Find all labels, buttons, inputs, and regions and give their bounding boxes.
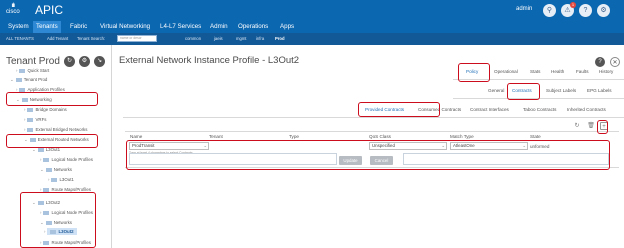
highlight-policy-tab xyxy=(458,63,490,82)
nav-system[interactable]: System xyxy=(8,23,29,30)
column-state[interactable]: State xyxy=(530,134,541,139)
tab-subject-labels[interactable]: Subject Labels xyxy=(546,88,576,93)
column-type[interactable]: Type xyxy=(289,134,299,139)
tenant-link-common[interactable]: common xyxy=(185,36,201,41)
tree-quick-start[interactable]: › Quick Start xyxy=(16,68,49,73)
tree-tenant-prod[interactable]: ⌄ Tenant Prod xyxy=(10,77,47,83)
add-tenant-link[interactable]: Add Tenant xyxy=(47,36,68,41)
user-menu[interactable]: admin xyxy=(516,6,532,12)
folder-icon xyxy=(27,117,34,122)
refresh-icon[interactable]: ↻ xyxy=(573,122,581,130)
nav-l4-l7-services[interactable]: L4-L7 Services xyxy=(160,23,201,30)
nav-virtual-networking[interactable]: Virtual Networking xyxy=(100,23,150,30)
highlight-external-routed-networks xyxy=(6,134,98,148)
sub-nav: ALL TENANTS Add Tenant Tenant Search: na… xyxy=(0,33,624,45)
highlight-contract-row xyxy=(126,140,610,170)
nav-operations[interactable]: Operations xyxy=(238,23,268,30)
all-tenants-link[interactable]: ALL TENANTS xyxy=(6,36,34,41)
action-gear-icon[interactable]: ⚙ xyxy=(79,56,90,67)
app-title: APIC xyxy=(35,3,64,17)
highlight-networking xyxy=(6,92,98,106)
nav-admin[interactable]: Admin xyxy=(210,23,228,30)
folder-icon xyxy=(43,187,50,192)
nav-fabric[interactable]: Fabric xyxy=(70,23,87,30)
tab-faults[interactable]: Faults xyxy=(576,69,589,74)
tab-operational[interactable]: Operational xyxy=(494,69,518,74)
tab-divider xyxy=(123,117,624,118)
tab-inherited-contracts[interactable]: Inherited Contracts xyxy=(567,107,606,112)
column-qos-class[interactable]: QoS Class xyxy=(369,134,391,139)
tenant-search-input[interactable]: name or descr xyxy=(117,35,157,42)
alerts-icon[interactable]: ⚠ 1 xyxy=(561,2,576,17)
cisco-logo: ıılıı cisco xyxy=(6,3,20,15)
tenant-link-infra[interactable]: infra xyxy=(256,36,264,41)
tree-external-bridged-networks[interactable]: › External Bridged Networks xyxy=(24,127,87,132)
tenant-icon xyxy=(15,77,22,82)
close-icon[interactable]: ✕ xyxy=(610,57,620,67)
folder-icon xyxy=(27,127,34,132)
highlight-l3out2 xyxy=(20,192,96,248)
main-nav: System Tenants Fabric Virtual Networking… xyxy=(0,21,624,33)
tab-taboo-contracts[interactable]: Taboo Contracts xyxy=(523,107,556,112)
highlight-add-button xyxy=(597,120,608,134)
tenant-link-prod[interactable]: Prod xyxy=(275,36,285,41)
tab-general[interactable]: General xyxy=(488,88,504,93)
cisco-logo-text: cisco xyxy=(6,9,20,15)
nav-apps[interactable]: Apps xyxy=(280,23,294,30)
page-title: External Network Instance Profile - L3Ou… xyxy=(119,55,300,66)
tab-history[interactable]: History xyxy=(599,69,613,74)
tenant-search-label: Tenant Search: xyxy=(77,36,106,41)
folder-icon xyxy=(19,87,26,92)
refresh-icon[interactable]: ↻ xyxy=(64,56,75,67)
search-icon[interactable]: ⚲ xyxy=(543,4,556,17)
column-tenant[interactable]: Tenant xyxy=(209,134,223,139)
cloud-icon xyxy=(37,147,44,152)
delete-icon[interactable]: 🗑 xyxy=(587,122,595,130)
help-icon[interactable]: ? xyxy=(579,4,592,17)
highlight-contracts-tab xyxy=(507,83,540,100)
column-match-type[interactable]: Match Type xyxy=(450,134,474,139)
epg-icon xyxy=(51,177,58,182)
tab-stats[interactable]: Stats xyxy=(530,69,540,74)
tree-l3out1-networks[interactable]: ⌄ Networks xyxy=(40,167,72,173)
expand-icon[interactable]: ↘ xyxy=(94,56,105,67)
tab-epg-labels[interactable]: EPG Labels xyxy=(587,88,612,93)
help-icon[interactable]: ? xyxy=(595,57,605,67)
highlight-provided-contracts-tab xyxy=(358,102,440,117)
folder-icon xyxy=(43,157,50,162)
tenant-link-jaeis[interactable]: jaeis xyxy=(214,36,223,41)
tab-health[interactable]: Health xyxy=(551,69,564,74)
header-divider xyxy=(125,131,619,132)
column-name[interactable]: Name xyxy=(130,134,142,139)
tab-contract-interfaces[interactable]: Contract Interfaces xyxy=(470,107,509,112)
tree-vrfs[interactable]: › VRFs xyxy=(24,117,46,122)
folder-icon xyxy=(19,68,26,73)
nav-tenants[interactable]: Tenants xyxy=(33,21,61,33)
pane-title: Tenant Prod xyxy=(6,56,60,67)
tenant-link-mgmt[interactable]: mgmt xyxy=(236,36,246,41)
folder-icon xyxy=(27,107,34,112)
notification-count-badge: 1 xyxy=(570,2,576,8)
top-bar: ıılıı cisco APIC admin ⚲ ⚠ 1 ? ⚙ xyxy=(0,0,624,21)
tree-bridge-domains[interactable]: › Bridge Domains xyxy=(24,107,67,112)
tree-l3out1-logical-node-profiles[interactable]: › Logical Node Profiles xyxy=(40,157,93,162)
settings-icon[interactable]: ⚙ xyxy=(597,4,610,17)
folder-icon xyxy=(45,167,52,172)
tree-l3out1-epg[interactable]: › L3Out1 xyxy=(48,177,74,182)
